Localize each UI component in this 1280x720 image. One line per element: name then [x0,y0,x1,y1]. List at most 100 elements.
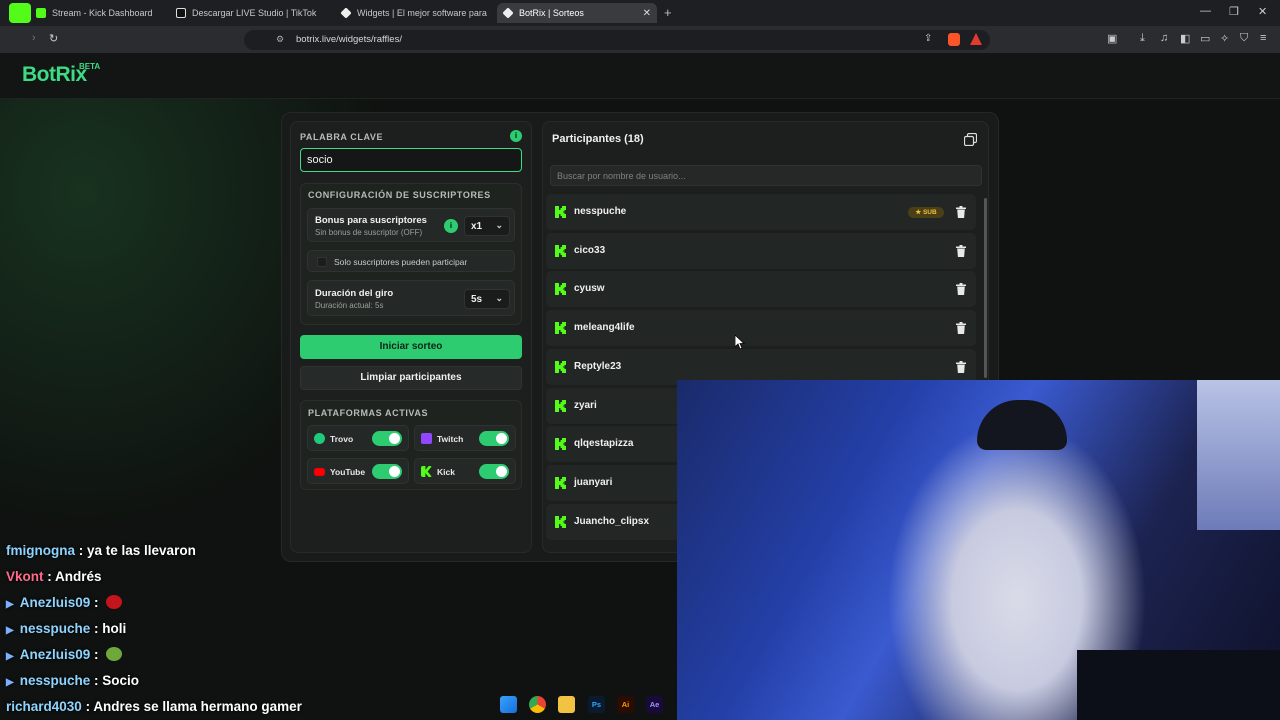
media-icon[interactable]: ♫ [1160,32,1168,44]
botrix-favicon-icon [502,7,514,19]
tab-tiktok[interactable]: Descargar LIVE Studio | TikTok [170,3,330,23]
kick-favicon-icon [36,8,46,18]
chrome-icon[interactable] [529,696,546,713]
close-window-button[interactable]: ✕ [1258,5,1267,18]
kick-toggle[interactable] [479,464,509,479]
only-subs-row[interactable]: Solo suscriptores pueden participar [307,250,515,272]
kick-icon [421,466,432,477]
mouse-cursor-icon [735,335,745,349]
chat-separator: : [75,543,87,558]
trash-icon[interactable] [956,244,966,257]
sidebar-icon[interactable]: ◧ [1180,32,1190,45]
chat-username: Vkont [6,569,44,584]
site-info-icon[interactable]: ⚙ [276,34,284,45]
minimize-button[interactable]: — [1200,5,1211,17]
only-subs-checkbox[interactable] [317,257,327,267]
wallet-icon[interactable]: ▣ [1107,32,1117,45]
participants-scrollbar[interactable] [984,198,987,378]
participant-row: cico33 [546,232,976,269]
twitch-toggle[interactable] [479,431,509,446]
address-bar[interactable]: ⚙ botrix.live/widgets/raffles/ ⇪ [244,30,990,50]
kick-icon [555,283,566,296]
keyword-input[interactable]: socio [300,148,522,172]
new-tab-button[interactable]: + [664,5,672,20]
chat-separator: : [90,673,103,688]
beta-badge: BETA [79,62,101,71]
brave-rewards-icon[interactable] [970,33,982,45]
illustrator-icon[interactable]: Ai [617,696,634,713]
trash-icon[interactable] [956,322,966,335]
spin-duration-select[interactable]: 5s ⌄ [464,289,510,309]
platform-trovo: Trovo [307,425,409,451]
photoshop-icon[interactable]: Ps [588,696,605,713]
participant-name: Reptyle23 [574,360,622,372]
chat-message: ▶ Anezluis09 : [6,595,123,610]
chat-separator: : [90,595,103,610]
subscriber-bonus-value: x1 [471,221,483,232]
trash-icon[interactable] [956,206,966,218]
menu-icon[interactable]: ≡ [1260,32,1266,44]
tab-kick-dashboard[interactable]: Stream - Kick Dashboard [30,3,170,23]
platform-name: Twitch [437,434,464,444]
platform-twitch: Twitch [414,425,516,451]
info-icon[interactable]: i [510,130,522,142]
vpn-icon[interactable]: ⛉ [1240,32,1248,45]
subscriber-bonus-subtitle: Sin bonus de suscriptor (OFF) [315,228,423,237]
youtube-icon [314,468,325,476]
spin-duration-box: Duración del giro Duración actual: 5s 5s… [307,280,515,316]
youtube-toggle[interactable] [372,464,402,479]
chat-message: ▶ Anezluis09 : [6,647,123,662]
subscriber-config-title: CONFIGURACIÓN DE SUSCRIPTORES [308,190,491,200]
forward-icon[interactable]: › [32,32,36,44]
after-effects-icon[interactable]: Ae [646,696,663,713]
participant-name: Juancho_clipsx [574,515,650,527]
clear-participants-button[interactable]: Limpiar participantes [300,366,522,390]
share-icon[interactable]: ⇪ [924,33,932,44]
kick-icon [555,206,566,218]
kick-icon [555,360,566,373]
participant-search-input[interactable]: Buscar por nombre de usuario... [550,165,982,186]
copy-icon[interactable] [964,133,977,146]
webcam-overlay [677,380,1280,720]
tiktok-favicon-icon [176,8,186,18]
active-platforms-title: PLATAFORMAS ACTIVAS [308,408,429,418]
chat-message: richard4030 : Andres se llama hermano ga… [6,699,302,714]
chat-separator: : [81,699,94,714]
chat-message: fmignogna : ya te las llevaron [6,543,196,558]
close-tab-icon[interactable]: ✕ [643,8,651,19]
start-raffle-button[interactable]: Iniciar sorteo [300,335,522,359]
participants-title: Participantes (18) [552,133,644,145]
tab-botrix-sorteos[interactable]: BotRix | Sorteos ✕ [497,3,657,23]
botrix-favicon-icon [340,7,352,19]
leo-ai-icon[interactable]: ✧ [1220,32,1229,45]
brave-shield-icon[interactable] [948,33,960,46]
restore-button[interactable]: ❐ [1229,5,1239,18]
participant-row: nesspuche ★ SUB [546,194,976,230]
windows-start-icon[interactable] [500,696,517,713]
file-explorer-icon[interactable] [558,696,575,713]
kick-icon [555,438,566,451]
chat-message: ▶ nesspuche : Socio [6,673,139,688]
subscriber-bonus-title: Bonus para suscriptores [315,215,427,226]
keyword-label: PALABRA CLAVE [300,132,384,142]
spin-duration-subtitle: Duración actual: 5s [315,301,384,310]
platform-name: Kick [437,467,455,477]
download-icon[interactable]: ⤓ [1140,32,1145,45]
app-header: BotRix BETA [0,53,1280,99]
chat-separator: : [90,621,103,636]
kick-icon [555,515,566,528]
chat-text: ya te las llevaron [87,543,196,558]
tab-widgets[interactable]: Widgets | El mejor software para pot [335,3,490,23]
trash-icon[interactable] [956,283,966,296]
chat-message: ▶ nesspuche : holi [6,621,126,636]
trash-icon[interactable] [956,360,966,373]
wallet-icon[interactable]: ▭ [1200,32,1210,45]
reload-icon[interactable]: ↻ [49,32,58,45]
info-icon[interactable]: i [444,219,458,233]
chat-username: nesspuche [19,621,91,636]
kick-icon [555,476,566,489]
botrix-logo[interactable]: BotRix [22,63,87,87]
platform-kick: Kick [414,458,516,484]
subscriber-bonus-select[interactable]: x1 ⌄ [464,216,510,236]
trovo-toggle[interactable] [372,431,402,446]
